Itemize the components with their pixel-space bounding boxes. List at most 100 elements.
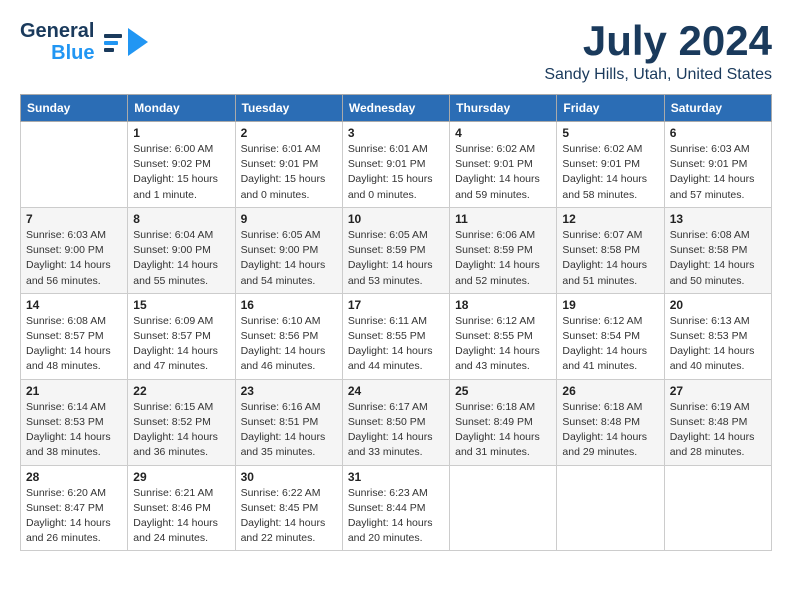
calendar-cell: 2 Sunrise: 6:01 AMSunset: 9:01 PMDaylight… [235, 122, 342, 208]
day-number: 2 [241, 126, 337, 140]
calendar-cell: 11 Sunrise: 6:06 AMSunset: 8:59 PMDayligh… [450, 207, 557, 293]
day-number: 7 [26, 212, 122, 226]
day-number: 24 [348, 384, 444, 398]
day-number: 1 [133, 126, 229, 140]
day-info: Sunrise: 6:01 AMSunset: 9:01 PMDaylight:… [241, 142, 337, 203]
day-number: 20 [670, 298, 766, 312]
day-number: 11 [455, 212, 551, 226]
main-title: July 2024 [544, 20, 772, 62]
page-header: General Blue July 2024 Sandy Hills, Utah… [20, 20, 772, 84]
day-info: Sunrise: 6:08 AMSunset: 8:57 PMDaylight:… [26, 314, 122, 375]
calendar-cell: 3 Sunrise: 6:01 AMSunset: 9:01 PMDaylight… [342, 122, 449, 208]
title-block: July 2024 Sandy Hills, Utah, United Stat… [544, 20, 772, 84]
day-number: 8 [133, 212, 229, 226]
day-number: 30 [241, 470, 337, 484]
calendar-cell: 5Sunrise: 6:02 AMSunset: 9:01 PMDaylight… [557, 122, 664, 208]
day-info: Sunrise: 6:03 AMSunset: 9:00 PMDaylight:… [26, 228, 122, 289]
calendar-header-row: SundayMondayTuesdayWednesdayThursdayFrid… [21, 95, 772, 122]
day-info: Sunrise: 6:05 AMSunset: 9:00 PMDaylight:… [241, 228, 337, 289]
calendar-cell: 10 Sunrise: 6:05 AMSunset: 8:59 PMDayligh… [342, 207, 449, 293]
day-info: Sunrise: 6:00 AMSunset: 9:02 PMDaylight:… [133, 142, 229, 203]
day-number: 21 [26, 384, 122, 398]
calendar-cell: 15 Sunrise: 6:09 AMSunset: 8:57 PMDayligh… [128, 293, 235, 379]
calendar-cell: 13Sunrise: 6:08 AMSunset: 8:58 PMDayligh… [664, 207, 771, 293]
day-number: 29 [133, 470, 229, 484]
calendar-cell: 28 Sunrise: 6:20 AMSunset: 8:47 PMDayligh… [21, 465, 128, 551]
subtitle: Sandy Hills, Utah, United States [544, 66, 772, 84]
calendar-day-header: Tuesday [235, 95, 342, 122]
calendar-cell: 16 Sunrise: 6:10 AMSunset: 8:56 PMDayligh… [235, 293, 342, 379]
day-number: 10 [348, 212, 444, 226]
day-info: Sunrise: 6:05 AMSunset: 8:59 PMDaylight:… [348, 228, 444, 289]
calendar-cell: 17 Sunrise: 6:11 AMSunset: 8:55 PMDayligh… [342, 293, 449, 379]
day-number: 16 [241, 298, 337, 312]
day-number: 28 [26, 470, 122, 484]
day-number: 13 [670, 212, 766, 226]
day-number: 22 [133, 384, 229, 398]
day-info: Sunrise: 6:19 AMSunset: 8:48 PMDaylight:… [670, 400, 766, 461]
day-number: 14 [26, 298, 122, 312]
day-number: 23 [241, 384, 337, 398]
calendar-cell: 12 Sunrise: 6:07 AMSunset: 8:58 PMDayligh… [557, 207, 664, 293]
calendar-cell: 27 Sunrise: 6:19 AMSunset: 8:48 PMDayligh… [664, 379, 771, 465]
calendar-cell [21, 122, 128, 208]
day-number: 15 [133, 298, 229, 312]
calendar-day-header: Friday [557, 95, 664, 122]
day-number: 31 [348, 470, 444, 484]
calendar-week-row: 7 Sunrise: 6:03 AMSunset: 9:00 PMDaylight… [21, 207, 772, 293]
day-info: Sunrise: 6:14 AMSunset: 8:53 PMDaylight:… [26, 400, 122, 461]
day-info: Sunrise: 6:15 AMSunset: 8:52 PMDaylight:… [133, 400, 229, 461]
calendar-cell: 6 Sunrise: 6:03 AMSunset: 9:01 PMDaylight… [664, 122, 771, 208]
day-info: Sunrise: 6:06 AMSunset: 8:59 PMDaylight:… [455, 228, 551, 289]
calendar-cell: 25 Sunrise: 6:18 AMSunset: 8:49 PMDayligh… [450, 379, 557, 465]
day-info: Sunrise: 6:17 AMSunset: 8:50 PMDaylight:… [348, 400, 444, 461]
calendar-cell: 21 Sunrise: 6:14 AMSunset: 8:53 PMDayligh… [21, 379, 128, 465]
day-info: Sunrise: 6:13 AMSunset: 8:53 PMDaylight:… [670, 314, 766, 375]
day-number: 19 [562, 298, 658, 312]
day-info: Sunrise: 6:18 AMSunset: 8:48 PMDaylight:… [562, 400, 658, 461]
calendar-week-row: 28 Sunrise: 6:20 AMSunset: 8:47 PMDayligh… [21, 465, 772, 551]
calendar-cell: 20 Sunrise: 6:13 AMSunset: 8:53 PMDayligh… [664, 293, 771, 379]
day-number: 3 [348, 126, 444, 140]
calendar-day-header: Monday [128, 95, 235, 122]
day-info: Sunrise: 6:18 AMSunset: 8:49 PMDaylight:… [455, 400, 551, 461]
calendar-cell: 18 Sunrise: 6:12 AMSunset: 8:55 PMDayligh… [450, 293, 557, 379]
calendar-cell: 30Sunrise: 6:22 AMSunset: 8:45 PMDayligh… [235, 465, 342, 551]
day-info: Sunrise: 6:07 AMSunset: 8:58 PMDaylight:… [562, 228, 658, 289]
day-info: Sunrise: 6:11 AMSunset: 8:55 PMDaylight:… [348, 314, 444, 375]
day-info: Sunrise: 6:02 AMSunset: 9:01 PMDaylight:… [455, 142, 551, 203]
calendar-cell: 29Sunrise: 6:21 AMSunset: 8:46 PMDayligh… [128, 465, 235, 551]
calendar-cell: 24 Sunrise: 6:17 AMSunset: 8:50 PMDayligh… [342, 379, 449, 465]
logo-general: General [20, 20, 94, 42]
calendar-cell: 14 Sunrise: 6:08 AMSunset: 8:57 PMDayligh… [21, 293, 128, 379]
day-number: 17 [348, 298, 444, 312]
day-info: Sunrise: 6:03 AMSunset: 9:01 PMDaylight:… [670, 142, 766, 203]
day-info: Sunrise: 6:01 AMSunset: 9:01 PMDaylight:… [348, 142, 444, 203]
calendar-cell: 1 Sunrise: 6:00 AMSunset: 9:02 PMDaylight… [128, 122, 235, 208]
day-number: 18 [455, 298, 551, 312]
calendar-cell: 19 Sunrise: 6:12 AMSunset: 8:54 PMDayligh… [557, 293, 664, 379]
logo: General Blue [20, 20, 148, 64]
day-number: 12 [562, 212, 658, 226]
day-number: 27 [670, 384, 766, 398]
calendar-cell: 7 Sunrise: 6:03 AMSunset: 9:00 PMDaylight… [21, 207, 128, 293]
calendar-cell: 23 Sunrise: 6:16 AMSunset: 8:51 PMDayligh… [235, 379, 342, 465]
day-info: Sunrise: 6:09 AMSunset: 8:57 PMDaylight:… [133, 314, 229, 375]
day-number: 4 [455, 126, 551, 140]
day-info: Sunrise: 6:02 AMSunset: 9:01 PMDaylight:… [562, 142, 658, 203]
calendar-day-header: Sunday [21, 95, 128, 122]
day-number: 25 [455, 384, 551, 398]
day-info: Sunrise: 6:10 AMSunset: 8:56 PMDaylight:… [241, 314, 337, 375]
calendar-week-row: 1 Sunrise: 6:00 AMSunset: 9:02 PMDaylight… [21, 122, 772, 208]
calendar-cell: 4 Sunrise: 6:02 AMSunset: 9:01 PMDaylight… [450, 122, 557, 208]
calendar-cell: 31 Sunrise: 6:23 AMSunset: 8:44 PMDayligh… [342, 465, 449, 551]
calendar-day-header: Wednesday [342, 95, 449, 122]
calendar-week-row: 21 Sunrise: 6:14 AMSunset: 8:53 PMDayligh… [21, 379, 772, 465]
day-info: Sunrise: 6:23 AMSunset: 8:44 PMDaylight:… [348, 486, 444, 547]
calendar-table: SundayMondayTuesdayWednesdayThursdayFrid… [20, 94, 772, 551]
day-info: Sunrise: 6:20 AMSunset: 8:47 PMDaylight:… [26, 486, 122, 547]
day-info: Sunrise: 6:16 AMSunset: 8:51 PMDaylight:… [241, 400, 337, 461]
day-number: 6 [670, 126, 766, 140]
day-info: Sunrise: 6:12 AMSunset: 8:55 PMDaylight:… [455, 314, 551, 375]
day-info: Sunrise: 6:12 AMSunset: 8:54 PMDaylight:… [562, 314, 658, 375]
